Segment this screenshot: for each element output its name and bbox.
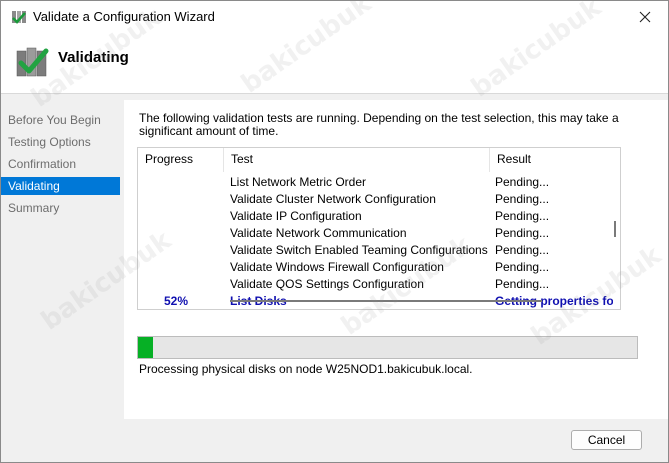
cancel-button[interactable]: Cancel <box>571 430 642 450</box>
page-header: Validating <box>1 32 668 94</box>
intro-text: The following validation tests are runni… <box>139 111 619 138</box>
row-result-cell: Pending... <box>495 209 550 223</box>
row-result-cell: Pending... <box>495 226 550 240</box>
validation-tests-list[interactable]: Progress Test Result List Network Metric… <box>137 147 621 310</box>
nav-item-testing-options[interactable]: Testing Options <box>1 133 120 151</box>
wizard-window: Validate a Configuration Wizard Validati… <box>0 0 669 463</box>
nav-item-validating[interactable]: Validating <box>1 177 120 195</box>
column-header-test[interactable]: Test <box>224 148 490 172</box>
footer: Cancel <box>1 419 668 462</box>
row-result-cell: Pending... <box>495 277 550 291</box>
row-test-cell: Validate Network Communication <box>230 226 407 240</box>
progress-bar-fill <box>138 337 153 358</box>
row-result-cell: Pending... <box>495 260 550 274</box>
row-test-cell: Validate Cluster Network Configuration <box>230 192 436 206</box>
close-icon <box>639 11 651 22</box>
row-progress-cell <box>164 242 224 259</box>
main-content: The following validation tests are runni… <box>124 100 668 419</box>
row-progress-cell <box>164 174 224 191</box>
row-test-cell: Validate QOS Settings Configuration <box>230 277 424 291</box>
horizontal-scrollbar[interactable] <box>138 295 610 309</box>
row-test-cell: Validate IP Configuration <box>230 209 362 223</box>
row-progress-cell <box>164 225 224 242</box>
wizard-steps-nav: Before You Begin Testing Options Confirm… <box>1 100 122 420</box>
row-result-cell: Pending... <box>495 192 550 206</box>
nav-item-before-you-begin[interactable]: Before You Begin <box>1 111 120 129</box>
cluster-wizard-icon <box>12 11 26 24</box>
vertical-scrollbar[interactable] <box>608 148 620 296</box>
horizontal-scroll-thumb[interactable] <box>230 300 542 302</box>
progress-bar <box>137 336 638 359</box>
page-title: Validating <box>58 49 129 66</box>
status-text: Processing physical disks on node W25NOD… <box>139 362 473 376</box>
validate-wizard-icon <box>16 47 49 77</box>
row-progress-cell <box>164 259 224 276</box>
window-title: Validate a Configuration Wizard <box>33 9 215 24</box>
column-header-progress[interactable]: Progress <box>138 148 224 172</box>
title-bar: Validate a Configuration Wizard <box>1 1 668 32</box>
column-header-result[interactable]: Result <box>490 148 620 172</box>
row-result-cell: Pending... <box>495 243 550 257</box>
nav-item-summary[interactable]: Summary <box>1 199 120 217</box>
row-test-cell: Validate Windows Firewall Configuration <box>230 260 444 274</box>
row-test-cell: Validate Switch Enabled Teaming Configur… <box>230 243 488 257</box>
close-button[interactable] <box>622 1 668 32</box>
row-result-cell: Pending... <box>495 175 550 189</box>
row-progress-cell <box>164 276 224 293</box>
row-progress-cell <box>164 208 224 225</box>
row-progress-cell <box>164 191 224 208</box>
row-test-cell: List Network Metric Order <box>230 175 367 189</box>
nav-item-confirmation[interactable]: Confirmation <box>1 155 120 173</box>
vertical-scroll-thumb[interactable] <box>614 221 616 237</box>
